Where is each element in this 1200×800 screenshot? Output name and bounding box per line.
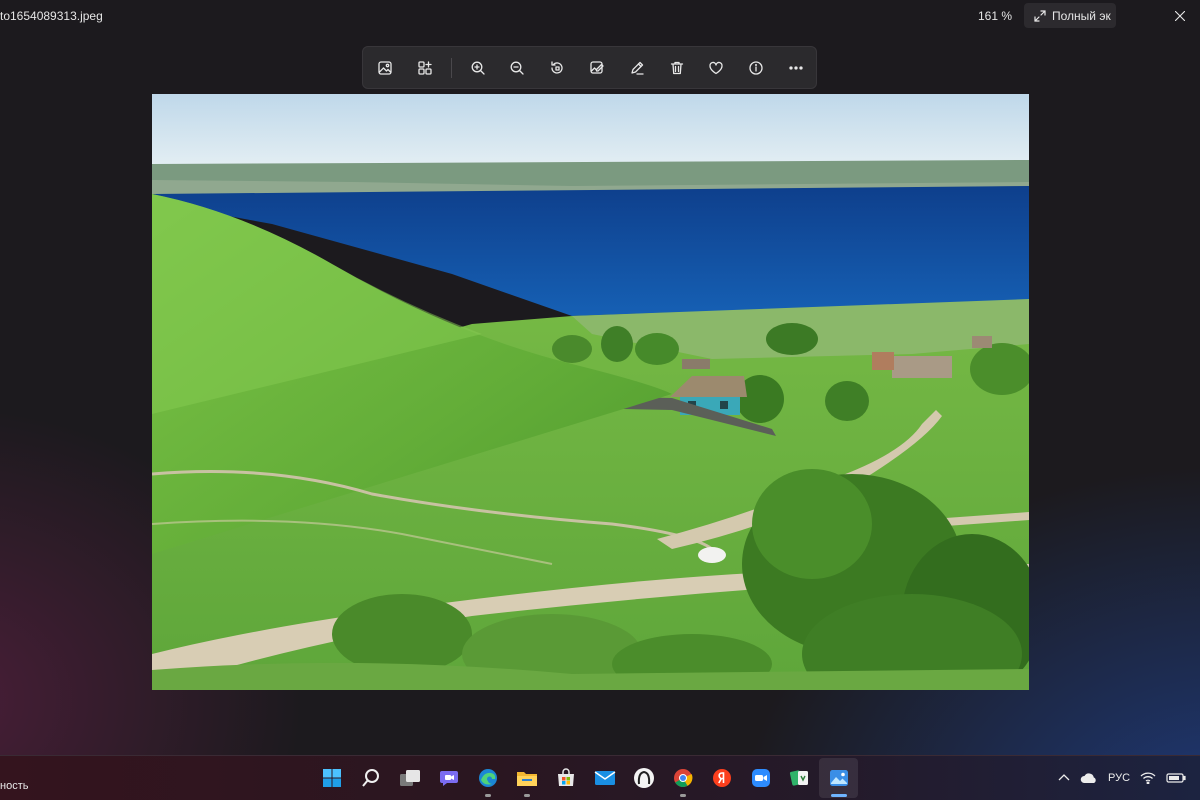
chrome-icon — [673, 769, 692, 788]
landscape-photo — [152, 94, 1029, 690]
edit-image-icon — [590, 60, 604, 74]
more-icon — [789, 65, 803, 70]
rotate-button[interactable] — [537, 51, 577, 85]
zoom-level[interactable]: 161 % — [978, 9, 1012, 23]
search-button[interactable] — [351, 758, 390, 798]
pinned-app-button[interactable] — [624, 758, 663, 798]
edge-button[interactable] — [468, 758, 507, 798]
close-icon — [1175, 11, 1185, 21]
collection-icon — [418, 60, 432, 75]
gallery-icon — [378, 60, 392, 75]
zoom-in-button[interactable] — [458, 51, 498, 85]
mail-icon — [594, 771, 615, 785]
draw-button[interactable] — [617, 51, 657, 85]
draw-icon — [631, 61, 644, 75]
zoom-button[interactable] — [741, 758, 780, 798]
solitaire-button[interactable] — [780, 758, 819, 798]
rotate-icon — [551, 60, 563, 74]
yandex-button[interactable] — [702, 758, 741, 798]
system-tray: РУС — [1058, 768, 1186, 788]
close-button[interactable] — [1160, 0, 1200, 32]
toolbar-divider — [450, 57, 452, 78]
chrome-button[interactable] — [663, 758, 702, 798]
chat-button[interactable] — [429, 758, 468, 798]
file-name: to1654089313.jpeg — [0, 9, 103, 23]
photos-button[interactable] — [819, 758, 858, 798]
info-button[interactable] — [736, 51, 776, 85]
zoom-icon — [751, 769, 770, 787]
wifi-icon[interactable] — [1140, 772, 1156, 784]
yandex-icon — [712, 769, 731, 787]
zoom-out-icon — [510, 61, 524, 75]
search-icon — [361, 769, 379, 787]
store-button[interactable] — [546, 758, 585, 798]
edit-image-button[interactable] — [577, 51, 617, 85]
fullscreen-button[interactable]: Полный эк — [1024, 3, 1116, 28]
delete-button[interactable] — [657, 51, 697, 85]
gallery-button[interactable] — [365, 51, 405, 85]
zoom-in-icon — [471, 61, 485, 75]
store-icon — [557, 768, 574, 786]
running-indicator — [484, 794, 491, 797]
favorite-button[interactable] — [697, 51, 737, 85]
info-icon — [749, 60, 763, 75]
fullscreen-icon — [1034, 9, 1046, 22]
more-button[interactable] — [776, 51, 816, 85]
running-indicator — [679, 794, 686, 797]
language-indicator[interactable]: РУС — [1108, 772, 1130, 784]
cloud-icon[interactable] — [1080, 772, 1098, 784]
start-button[interactable] — [312, 758, 351, 798]
file-explorer-icon — [516, 772, 537, 786]
start-icon — [322, 769, 341, 787]
title-bar: to1654089313.jpeg 161 % Полный эк — [0, 0, 1200, 32]
sky — [152, 94, 1029, 166]
zoom-out-button[interactable] — [497, 51, 537, 85]
chat-icon — [439, 771, 458, 786]
active-indicator — [830, 794, 847, 797]
task-view-button[interactable] — [390, 758, 429, 798]
taskbar: ность РУС — [0, 755, 1200, 800]
taskbar-left-label: ность — [0, 780, 29, 792]
file-explorer-button[interactable] — [507, 758, 546, 798]
task-view-icon — [399, 770, 420, 786]
running-indicator — [523, 794, 530, 797]
fullscreen-label: Полный эк — [1052, 8, 1111, 23]
collection-button[interactable] — [405, 51, 445, 85]
taskbar-apps — [312, 758, 858, 798]
mail-button[interactable] — [585, 758, 624, 798]
chevron-up-icon[interactable] — [1058, 773, 1070, 783]
image-toolbar — [362, 46, 817, 89]
solitaire-icon — [789, 770, 808, 786]
app-icon — [633, 768, 654, 788]
photos-icon — [829, 770, 848, 786]
battery-icon[interactable] — [1166, 772, 1186, 784]
favorite-icon — [709, 61, 724, 74]
edge-icon — [478, 769, 497, 787]
delete-icon — [670, 61, 683, 74]
